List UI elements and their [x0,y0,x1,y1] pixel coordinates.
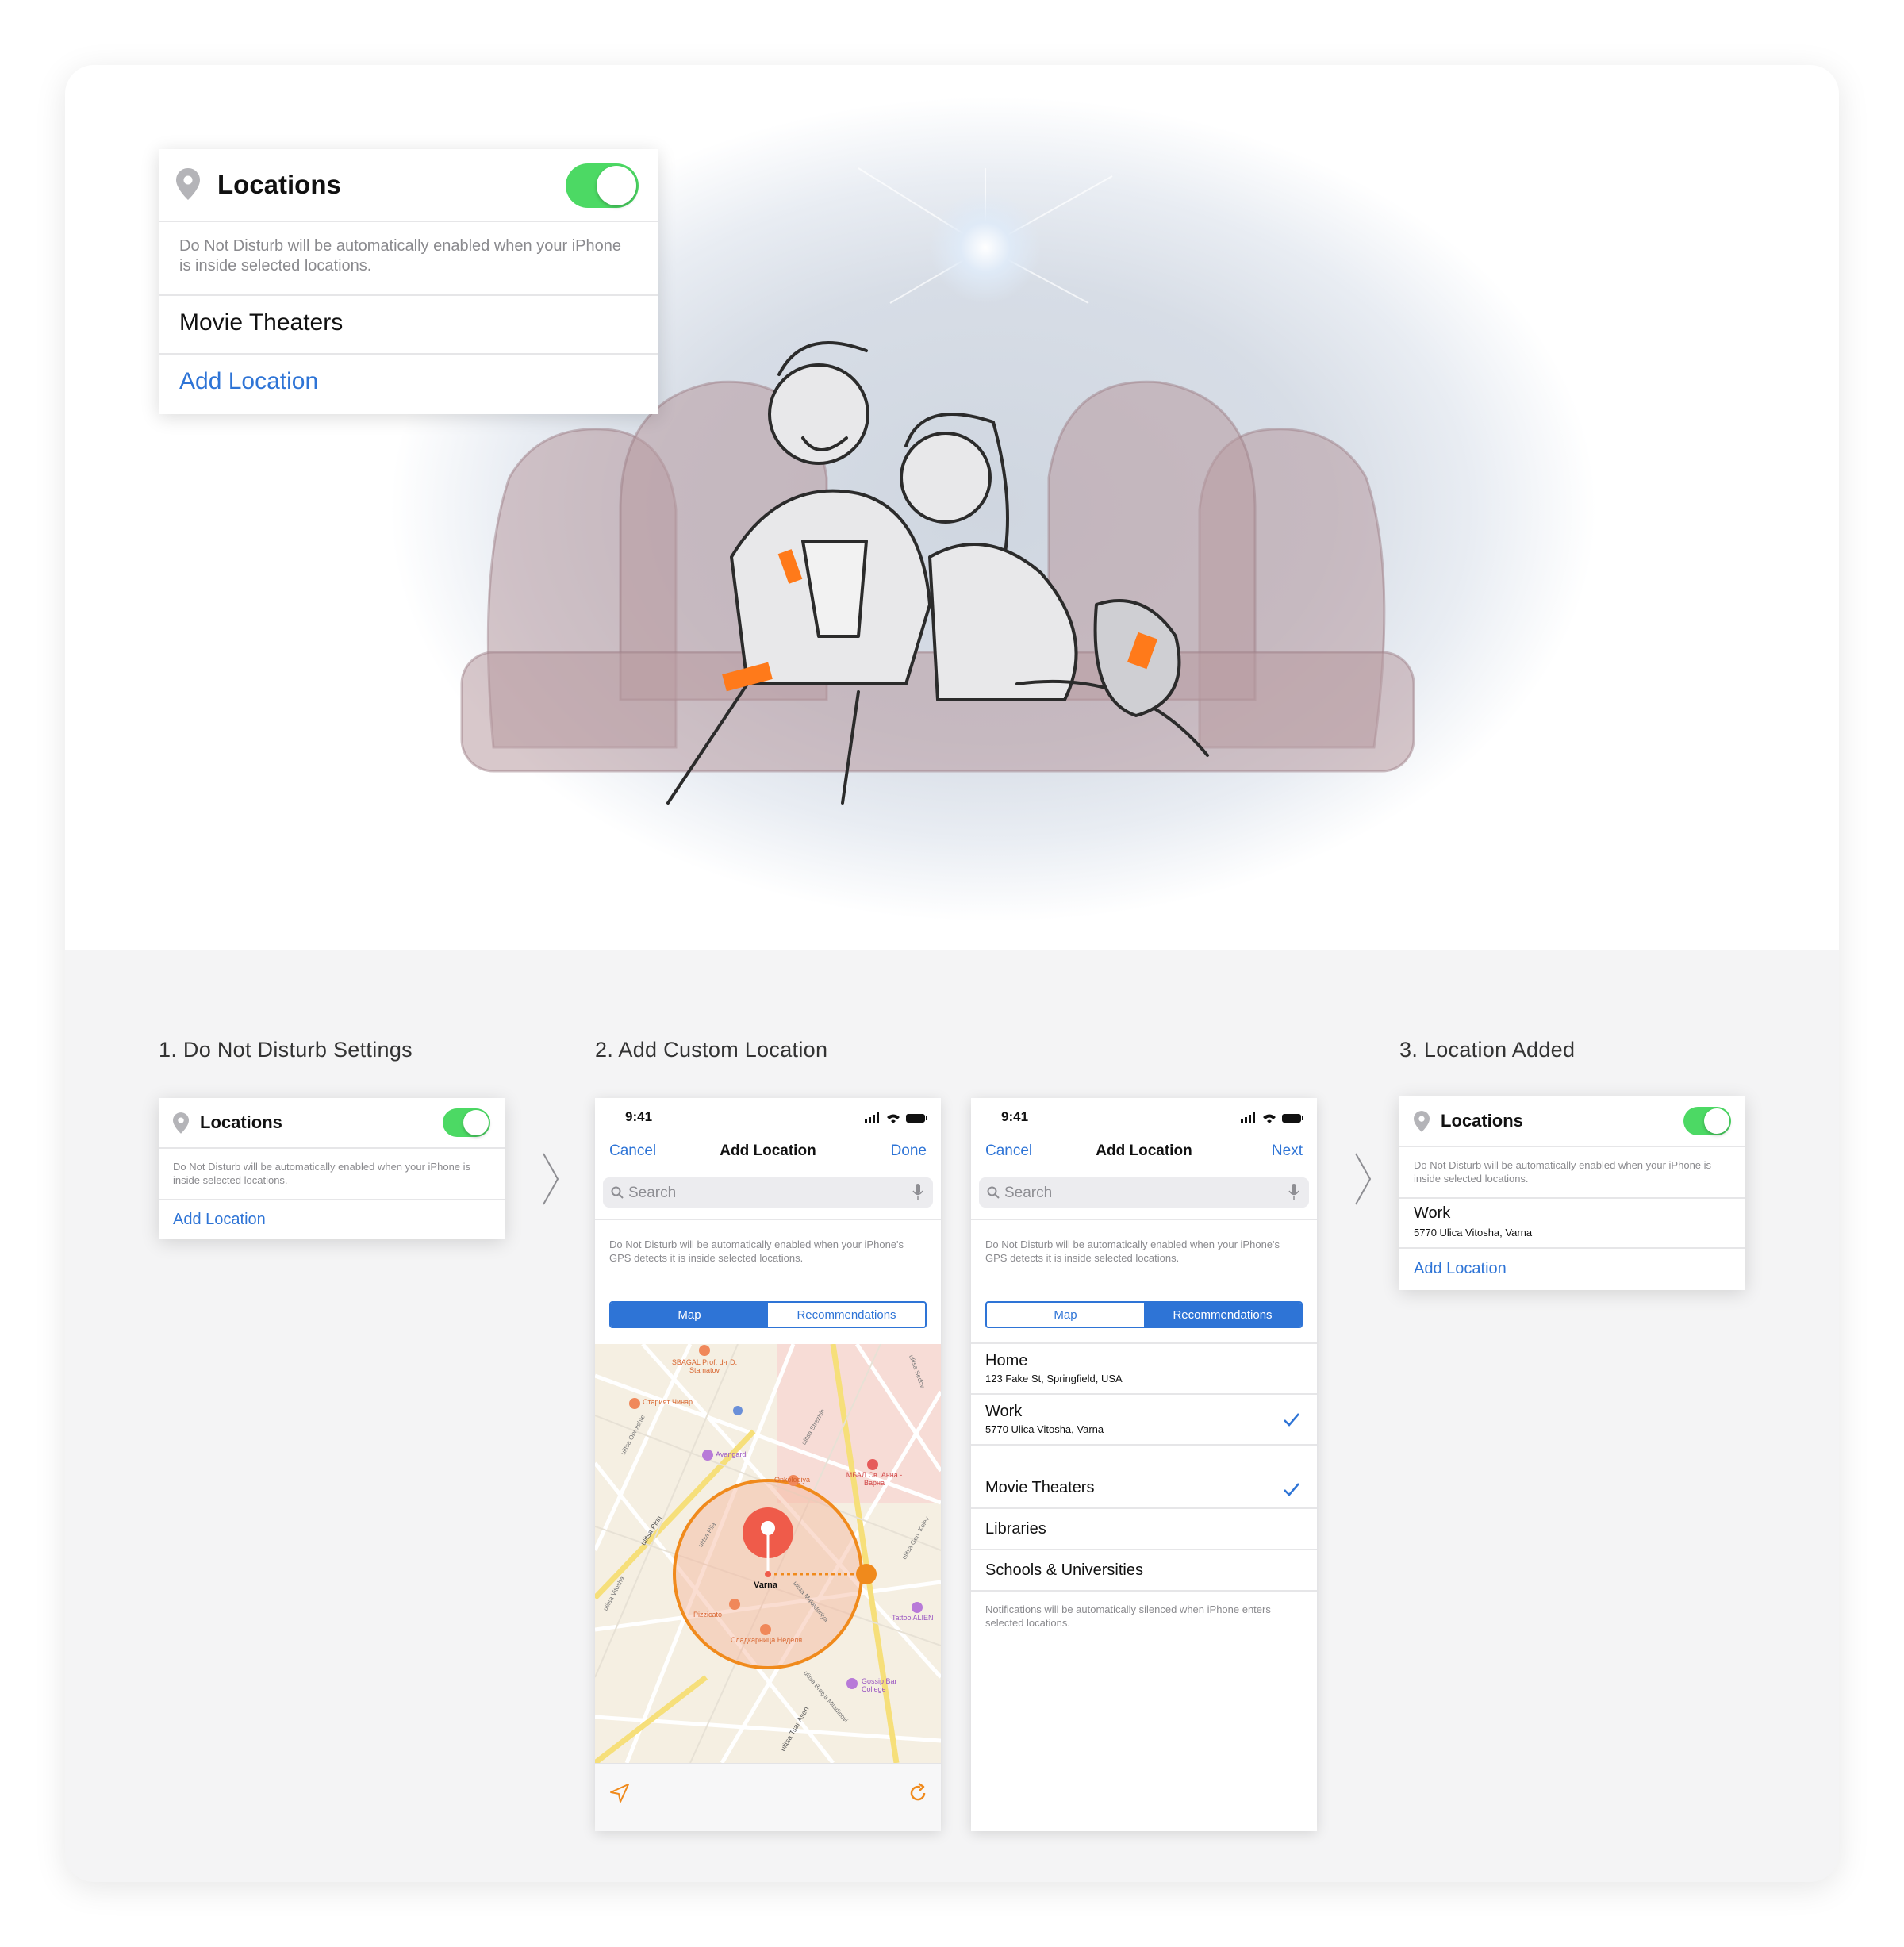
map-poi-label: Gossip Bar College [862,1677,897,1693]
map-poi-label: SBAGAL Prof. d-r D. Stamatov [671,1358,738,1374]
nav-title: Add Location [1096,1142,1192,1159]
category-name: Movie Theaters [985,1479,1095,1496]
segmented-control: Map Recommendations [985,1301,1303,1328]
map-pin-label: Varna [754,1580,777,1590]
add-location-recommendations-screen: 9:41 Cancel Add Location Next Search Do … [971,1098,1317,1831]
status-bar-icons [1241,1112,1303,1123]
step3-locations-toggle[interactable] [1683,1107,1731,1135]
map-view[interactable]: Varna SBAGAL Prof. d-r D. Stamatov Стари… [595,1344,941,1763]
search-placeholder: Search [628,1185,677,1201]
status-time: 9:41 [1001,1109,1029,1124]
microphone-icon[interactable] [912,1184,923,1201]
step1-card-title: Locations [200,1112,282,1132]
place-address: 123 Fake St, Springfield, USA [985,1373,1123,1384]
map-poi-label: Tattoo ALIEN [892,1614,934,1622]
hero-card-description: Do Not Disturb will be automatically ena… [179,237,621,275]
list-item-libraries[interactable]: Libraries [971,1509,1317,1549]
step-2-title: 2. Add Custom Location [595,1038,828,1062]
status-bar-icons [865,1112,927,1123]
map-toolbar [595,1763,941,1831]
step1-locations-card: Locations Do Not Disturb will be automat… [159,1098,505,1239]
step3-locations-card: Locations Do Not Disturb will be automat… [1399,1096,1745,1290]
location-note: Do Not Disturb will be automatically ena… [985,1238,1280,1264]
location-arrow-icon[interactable] [609,1783,630,1803]
next-button[interactable]: Next [1272,1142,1303,1160]
map-poi-label: Сладкарница Неделя [730,1636,803,1644]
step1-locations-toggle[interactable] [443,1108,490,1137]
place-name: Home [985,1352,1028,1369]
location-note: Do Not Disturb will be automatically ena… [609,1238,904,1264]
list-item-work[interactable]: Work 5770 Ulica Vitosha, Varna [971,1395,1317,1444]
map-poi-label: Старият Чинар [643,1398,693,1406]
hero-card-item-movie-theaters[interactable]: Movie Theaters [179,309,343,336]
step-1-title: 1. Do Not Disturb Settings [159,1038,413,1062]
segment-recommendations[interactable]: Recommendations [768,1303,925,1327]
step3-location-name[interactable]: Work [1414,1204,1450,1223]
category-name: Schools & Universities [985,1561,1143,1579]
microphone-icon[interactable] [1288,1184,1299,1201]
refresh-icon[interactable] [908,1783,928,1803]
chevron-right-icon [543,1153,559,1205]
hero-locations-toggle[interactable] [566,163,639,208]
search-placeholder: Search [1004,1185,1053,1201]
step-3-title: 3. Location Added [1399,1038,1576,1062]
map-poi-label: Pizzicato [693,1611,723,1619]
hero-add-location-link[interactable]: Add Location [179,368,318,395]
location-pin-icon [176,168,200,200]
step1-card-description: Do Not Disturb will be automatically ena… [173,1161,471,1186]
place-address: 5770 Ulica Vitosha, Varna [985,1423,1104,1435]
place-name: Work [985,1403,1023,1420]
step3-card-title: Locations [1441,1111,1523,1131]
map-streets [595,1344,941,1763]
footer-note: Notifications will be automatically sile… [985,1603,1271,1629]
list-item-movie-theaters[interactable]: Movie Theaters [971,1468,1317,1507]
segment-recommendations[interactable]: Recommendations [1144,1303,1301,1327]
step3-add-location-link[interactable]: Add Location [1414,1260,1507,1278]
status-time: 9:41 [625,1109,653,1124]
list-item-schools[interactable]: Schools & Universities [971,1550,1317,1590]
map-poi-label: Onkologiya [774,1476,811,1484]
list-item-home[interactable]: Home 123 Fake St, Springfield, USA [971,1344,1317,1393]
search-icon [987,1186,1000,1199]
checkmark-icon [1284,1413,1299,1427]
location-pin-icon [1414,1111,1430,1132]
step3-card-description: Do Not Disturb will be automatically ena… [1414,1159,1712,1185]
nav-title: Add Location [720,1142,816,1159]
hero-locations-card: Locations Do Not Disturb will be automat… [159,149,658,414]
step3-location-address: 5770 Ulica Vitosha, Varna [1414,1227,1533,1238]
hero-section: Locations Do Not Disturb will be automat… [65,65,1839,950]
add-location-map-screen: 9:41 Cancel Add Location Done Search Do … [595,1098,941,1831]
search-field[interactable]: Search [603,1177,933,1208]
chevron-right-icon [1355,1153,1372,1205]
search-field[interactable]: Search [979,1177,1309,1208]
presentation-frame: Locations Do Not Disturb will be automat… [65,65,1839,1882]
segment-map[interactable]: Map [611,1303,768,1327]
location-pin-icon [173,1112,189,1134]
segment-map[interactable]: Map [987,1303,1144,1327]
search-icon [611,1186,624,1199]
checkmark-icon [1284,1483,1299,1496]
done-button[interactable]: Done [891,1142,927,1160]
map-poi-label: МБАЛ Св. Анна - Варна [846,1471,903,1487]
hero-card-title: Locations [217,170,341,199]
map-poi-label: Avangard [716,1450,747,1458]
category-name: Libraries [985,1520,1046,1538]
step1-add-location-link[interactable]: Add Location [173,1211,266,1229]
segmented-control: Map Recommendations [609,1301,927,1328]
